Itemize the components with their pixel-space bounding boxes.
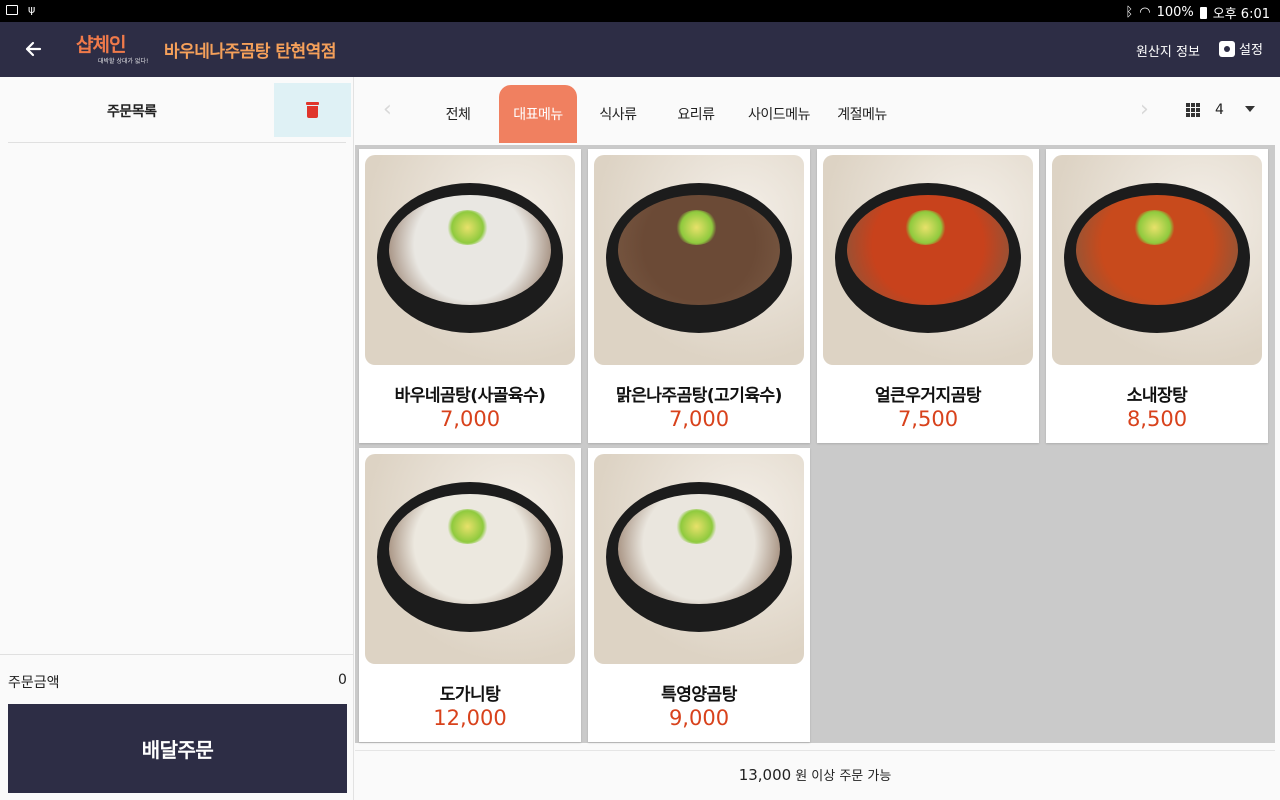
menu-item-image: [365, 454, 575, 664]
divider: [8, 142, 346, 143]
tab-meals[interactable]: 식사류: [585, 85, 651, 143]
order-total-value: 0: [338, 672, 347, 688]
tabs-next-chevron-icon[interactable]: ›: [1140, 97, 1149, 122]
menu-item-card[interactable]: 특영양곰탕 9,000: [588, 448, 810, 742]
clear-order-button[interactable]: [274, 83, 351, 137]
image-notification-icon: [6, 4, 18, 15]
menu-item-name: 바우네곰탕(사골육수): [394, 386, 546, 406]
tab-dishes[interactable]: 요리류: [663, 85, 729, 143]
app-bar: 샵체인 대박할 상대가 없다! 바우네나주곰탕 탄현역점 원산지 정보 설정: [0, 22, 1280, 77]
tab-side-menu[interactable]: 사이드메뉴: [740, 85, 818, 143]
menu-item-image: [594, 155, 804, 365]
minimum-order-notice: 13,000 원 이상 주문 가능: [355, 750, 1275, 798]
minimum-order-amount: 13,000: [738, 765, 792, 784]
settings-button[interactable]: 설정: [1219, 39, 1263, 58]
clock: 오후 6:01: [1212, 7, 1270, 22]
menu-item-price: 7,500: [897, 407, 959, 431]
logo-text: 샵체인: [76, 34, 126, 56]
divider: [0, 654, 354, 655]
menu-item-price: 9,000: [668, 706, 730, 730]
menu-grid: 바우네곰탕(사골육수) 7,000 맑은나주곰탕(고기육수) 7,000 얼큰우…: [355, 145, 1275, 743]
menu-item-name: 도가니탕: [439, 685, 501, 705]
menu-item-price: 8,500: [1126, 407, 1188, 431]
menu-item-price: 12,000: [433, 706, 507, 730]
settings-label: 설정: [1239, 43, 1263, 58]
status-bar: ψ ᛒ ◠ 100% 오후 6:01: [0, 0, 1280, 22]
grid-view-icon[interactable]: [1186, 103, 1200, 117]
tab-seasonal-menu[interactable]: 계절메뉴: [829, 85, 895, 143]
menu-item-card[interactable]: 바우네곰탕(사골육수) 7,000: [359, 149, 581, 443]
tab-all[interactable]: 전체: [425, 85, 491, 143]
order-panel: 주문목록 주문금액 0 배달주문: [0, 77, 354, 800]
tabs-prev-chevron-icon[interactable]: ‹: [383, 97, 392, 122]
order-list-title: 주문목록: [107, 104, 157, 120]
chevron-down-icon[interactable]: [1245, 106, 1255, 112]
order-total-label: 주문금액: [8, 675, 60, 691]
gear-icon: [1219, 40, 1235, 57]
trash-icon: [306, 102, 319, 118]
menu-item-price: 7,000: [668, 407, 730, 431]
store-name: 바우네나주곰탕 탄현역점: [164, 42, 336, 62]
menu-item-name: 맑은나주곰탕(고기육수): [616, 386, 782, 406]
tab-signature-menu[interactable]: 대표메뉴: [499, 85, 577, 143]
menu-item-image: [823, 155, 1033, 365]
brand-logo: 샵체인 대박할 상대가 없다!: [68, 30, 156, 70]
menu-item-image: [594, 454, 804, 664]
wifi-icon: ◠: [1139, 5, 1151, 20]
delivery-order-button[interactable]: 배달주문: [8, 704, 347, 793]
grid-columns-value[interactable]: 4: [1215, 102, 1224, 118]
menu-item-price: 7,000: [439, 407, 501, 431]
back-button[interactable]: [18, 34, 48, 64]
menu-item-card[interactable]: 얼큰우거지곰탕 7,500: [817, 149, 1039, 443]
menu-item-image: [365, 155, 575, 365]
menu-item-card[interactable]: 도가니탕 12,000: [359, 448, 581, 742]
menu-item-image: [1052, 155, 1262, 365]
minimum-order-text: 원 이상 주문 가능: [795, 769, 892, 784]
battery-percent: 100%: [1156, 5, 1194, 20]
menu-item-card[interactable]: 맑은나주곰탕(고기육수) 7,000: [588, 149, 810, 443]
battery-icon: [1199, 6, 1207, 19]
bluetooth-icon: ᛒ: [1125, 5, 1134, 20]
menu-item-card[interactable]: 소내장탕 8,500: [1046, 149, 1268, 443]
origin-info-button[interactable]: 원산지 정보: [1136, 41, 1200, 60]
menu-item-name: 특영양곰탕: [661, 685, 737, 705]
usb-icon: ψ: [28, 3, 36, 16]
category-tabs: ‹ 전체 대표메뉴 식사류 요리류 사이드메뉴 계절메뉴 › 4: [355, 77, 1280, 145]
back-arrow-icon: [25, 41, 42, 57]
logo-tagline: 대박할 상대가 없다!: [98, 58, 149, 65]
menu-item-name: 얼큰우거지곰탕: [875, 386, 981, 406]
menu-item-name: 소내장탕: [1126, 386, 1188, 406]
